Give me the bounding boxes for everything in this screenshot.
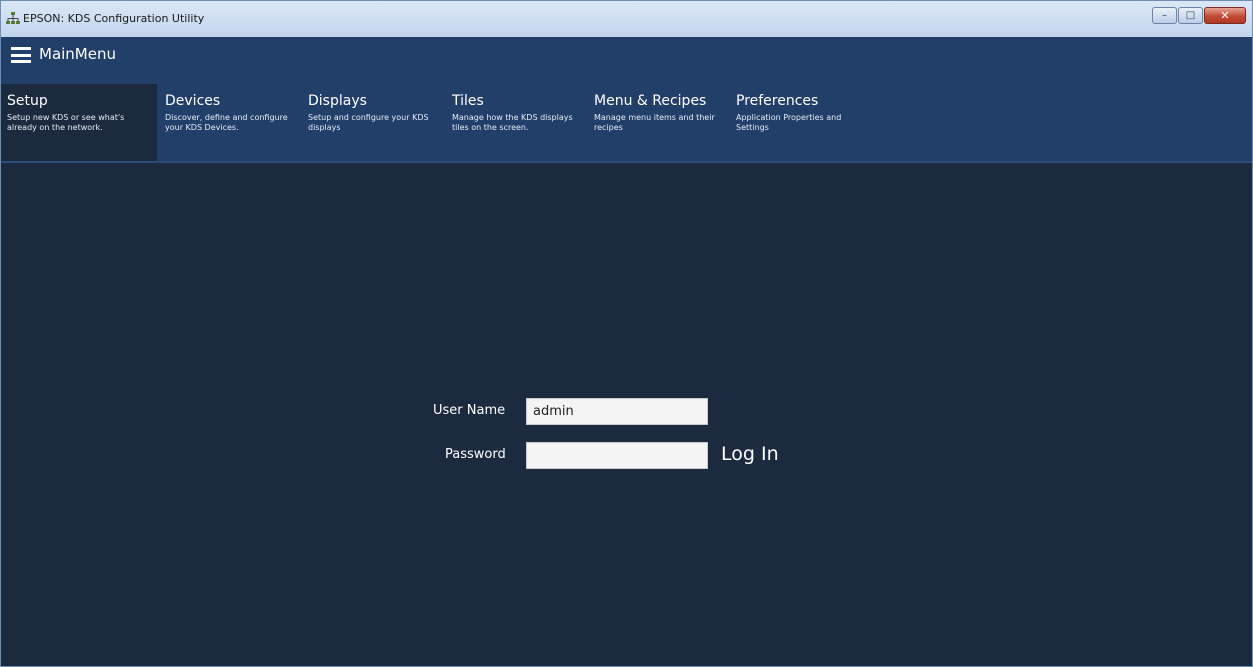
main-nav: Setup Setup new KDS or see what's alread… [1, 84, 1252, 163]
tab-description: Application Properties and Settings [736, 113, 842, 132]
maximize-button[interactable]: □ [1178, 7, 1203, 24]
title-bar: EPSON: KDS Configuration Utility – □ ✕ [1, 1, 1252, 38]
main-menu-title[interactable]: MainMenu [39, 45, 116, 63]
tab-label: Devices [165, 93, 221, 109]
tab-displays[interactable]: Displays Setup and configure your KDS di… [302, 84, 448, 161]
tab-menu-recipes[interactable]: Menu & Recipes Manage menu items and the… [588, 84, 730, 161]
tab-label: Tiles [452, 93, 484, 109]
username-label: User Name [433, 403, 506, 418]
password-field[interactable] [526, 442, 708, 469]
hamburger-icon[interactable] [11, 47, 31, 63]
tab-label: Preferences [736, 93, 819, 109]
tab-devices[interactable]: Devices Discover, define and configure y… [159, 84, 305, 161]
tab-description: Setup and configure your KDS displays [308, 113, 429, 132]
tab-description: Discover, define and configure your KDS … [165, 113, 288, 132]
username-field[interactable] [526, 398, 708, 425]
tab-preferences[interactable]: Preferences Application Properties and S… [730, 84, 870, 161]
login-button[interactable]: Log In [721, 443, 779, 465]
tab-setup[interactable]: Setup Setup new KDS or see what's alread… [1, 84, 157, 161]
network-icon [6, 12, 20, 24]
tab-description: Manage menu items and their recipes [594, 113, 715, 132]
minimize-button[interactable]: – [1152, 7, 1177, 24]
window-title: EPSON: KDS Configuration Utility [23, 12, 205, 25]
tab-label: Setup [7, 93, 48, 109]
tab-description: Setup new KDS or see what's already on t… [7, 113, 125, 132]
main-menu-header: MainMenu [1, 37, 1252, 84]
tab-label: Displays [308, 93, 367, 109]
close-button[interactable]: ✕ [1204, 7, 1246, 24]
window-controls: – □ ✕ [1152, 7, 1246, 24]
tab-tiles[interactable]: Tiles Manage how the KDS displays tiles … [446, 84, 586, 161]
tab-description: Manage how the KDS displays tiles on the… [452, 113, 573, 132]
app-window: EPSON: KDS Configuration Utility – □ ✕ M… [0, 0, 1253, 667]
tab-label: Menu & Recipes [594, 93, 707, 109]
password-label: Password [445, 447, 506, 462]
